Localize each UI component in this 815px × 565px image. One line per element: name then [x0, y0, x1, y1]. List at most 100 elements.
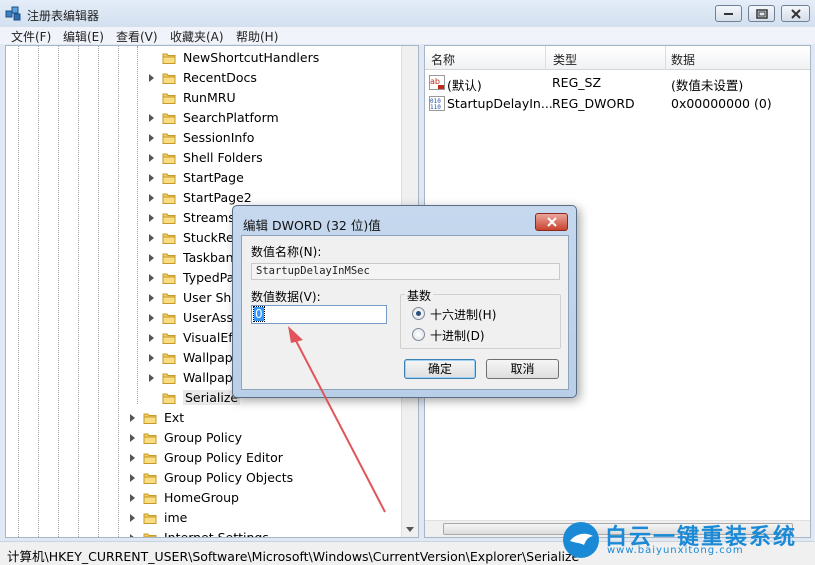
tree-item[interactable]: Group Policy Objects	[6, 468, 402, 488]
expand-arrow-icon[interactable]	[130, 514, 135, 522]
tree-item[interactable]: HomeGroup	[6, 488, 402, 508]
expand-arrow-icon[interactable]	[149, 314, 154, 322]
expand-arrow-icon[interactable]	[149, 374, 154, 382]
folder-icon	[162, 373, 176, 384]
expand-arrow-icon[interactable]	[149, 254, 154, 262]
value-data: 0x00000000 (0)	[671, 96, 772, 111]
value-data-label: 数值数据(V):	[251, 290, 321, 304]
folder-icon	[143, 533, 157, 537]
tree-item-label: Internet Settings	[164, 530, 269, 538]
ok-button[interactable]: 确定	[404, 359, 476, 379]
dialog-close-button[interactable]	[535, 213, 568, 231]
expand-arrow-icon[interactable]	[149, 354, 154, 362]
value-row[interactable]: 010 110 StartupDelayIn... REG_DWORD 0x00…	[425, 94, 810, 114]
tree-item-label: ime	[164, 510, 188, 525]
base-label: 基数	[405, 287, 434, 304]
column-divider[interactable]	[665, 46, 666, 70]
folder-icon	[143, 453, 157, 464]
close-icon	[790, 8, 801, 19]
expand-arrow-icon[interactable]	[149, 194, 154, 202]
tree-item[interactable]: ime	[6, 508, 402, 528]
close-button[interactable]	[781, 5, 810, 22]
menu-file[interactable]: 文件(F)	[11, 28, 51, 45]
expand-arrow-icon[interactable]	[130, 534, 135, 537]
folder-icon	[162, 153, 176, 164]
tree-item[interactable]: StartPage	[6, 168, 402, 188]
expand-arrow-icon[interactable]	[149, 154, 154, 162]
scroll-down-icon[interactable]	[402, 521, 418, 537]
value-data-text: 0	[253, 306, 265, 322]
tree-item[interactable]: Group Policy	[6, 428, 402, 448]
tree-item[interactable]: NewShortcutHandlers	[6, 48, 402, 68]
expand-arrow-icon[interactable]	[130, 454, 135, 462]
decimal-radio[interactable]	[412, 328, 425, 341]
title-bar: 注册表编辑器	[0, 0, 815, 27]
expand-arrow-icon[interactable]	[149, 214, 154, 222]
value-data-input[interactable]: 0	[251, 305, 387, 324]
folder-icon	[143, 513, 157, 524]
value-name: (默认)	[447, 78, 482, 93]
expand-arrow-icon[interactable]	[130, 474, 135, 482]
expand-arrow-icon[interactable]	[130, 434, 135, 442]
folder-icon	[162, 213, 176, 224]
value-row[interactable]: ab (默认) REG_SZ (数值未设置)	[425, 73, 810, 93]
expand-arrow-icon[interactable]	[149, 274, 154, 282]
decimal-radio-label[interactable]: 十进制(D)	[430, 327, 485, 344]
folder-icon	[162, 113, 176, 124]
column-divider[interactable]	[545, 46, 546, 70]
regedit-icon	[5, 6, 21, 21]
menu-edit[interactable]: 编辑(E)	[63, 28, 104, 45]
value-name-field: StartupDelayInMSec	[251, 263, 560, 280]
expand-arrow-icon[interactable]	[149, 174, 154, 182]
tree-item[interactable]: SessionInfo	[6, 128, 402, 148]
expand-arrow-icon[interactable]	[149, 334, 154, 342]
column-name[interactable]: 名称	[431, 51, 455, 68]
tree-item-label: RecentDocs	[183, 70, 257, 85]
maximize-button[interactable]	[748, 5, 775, 22]
folder-icon	[162, 233, 176, 244]
menu-help[interactable]: 帮助(H)	[236, 28, 278, 45]
value-type: REG_SZ	[552, 75, 602, 90]
expand-arrow-icon[interactable]	[149, 114, 154, 122]
tree-item[interactable]: Shell Folders	[6, 148, 402, 168]
tree-item[interactable]: Ext	[6, 408, 402, 428]
dialog-title: 编辑 DWORD (32 位)值	[243, 218, 381, 233]
minimize-icon	[723, 12, 733, 15]
folder-icon	[162, 53, 176, 64]
tree-item[interactable]: RunMRU	[6, 88, 402, 108]
tree-item[interactable]: RecentDocs	[6, 68, 402, 88]
expand-arrow-icon[interactable]	[149, 134, 154, 142]
hex-radio[interactable]	[412, 307, 425, 320]
watermark-url: www.baiyunxitong.com	[607, 545, 744, 556]
window-title: 注册表编辑器	[27, 9, 100, 23]
cancel-button[interactable]: 取消	[486, 359, 559, 379]
hex-radio-label[interactable]: 十六进制(H)	[430, 306, 496, 323]
binary-value-icon: 010 110	[429, 96, 445, 111]
folder-icon	[162, 253, 176, 264]
tree-item-label: Group Policy	[164, 430, 242, 445]
close-icon	[547, 217, 557, 227]
column-data[interactable]: 数据	[671, 51, 695, 68]
folder-icon	[162, 93, 176, 104]
tree-item[interactable]: Internet Settings	[6, 528, 402, 538]
menu-view[interactable]: 查看(V)	[116, 28, 158, 45]
svg-text:ab: ab	[430, 77, 440, 86]
folder-icon	[162, 393, 176, 404]
column-type[interactable]: 类型	[553, 51, 577, 68]
svg-text:110: 110	[430, 104, 441, 111]
expand-arrow-icon[interactable]	[149, 74, 154, 82]
tree-item-label: HomeGroup	[164, 490, 239, 505]
expand-arrow-icon[interactable]	[130, 414, 135, 422]
tree-item-label: Group Policy Objects	[164, 470, 294, 485]
dialog-body: 数值名称(N): StartupDelayInMSec 数值数据(V): 0 基…	[241, 235, 569, 390]
expand-arrow-icon[interactable]	[130, 494, 135, 502]
minimize-button[interactable]	[715, 5, 742, 22]
folder-icon	[143, 433, 157, 444]
tree-item[interactable]: SearchPlatform	[6, 108, 402, 128]
expand-arrow-icon[interactable]	[149, 294, 154, 302]
folder-icon	[162, 173, 176, 184]
menu-favorites[interactable]: 收藏夹(A)	[170, 28, 224, 45]
expand-arrow-icon[interactable]	[149, 234, 154, 242]
tree-item[interactable]: Group Policy Editor	[6, 448, 402, 468]
value-name: StartupDelayIn...	[447, 96, 553, 111]
